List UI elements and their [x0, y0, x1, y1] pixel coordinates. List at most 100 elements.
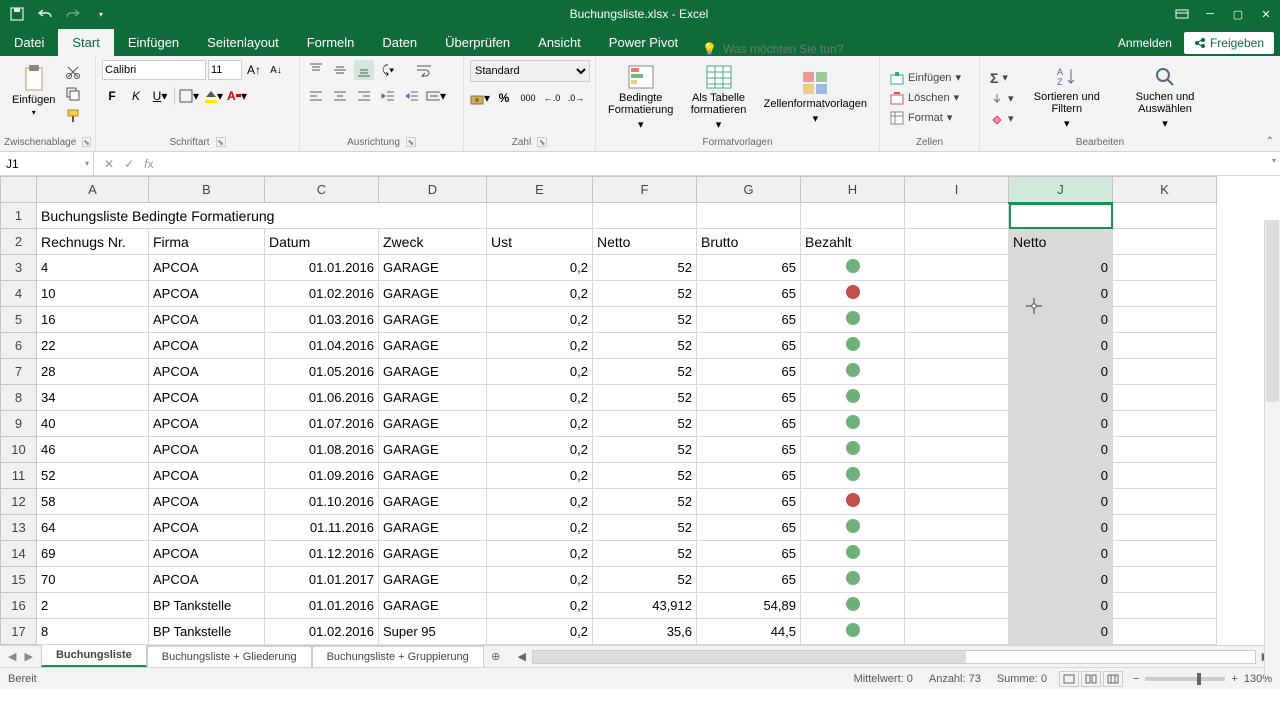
zoom-out-icon[interactable]: − [1133, 673, 1139, 685]
cell[interactable]: 01.09.2016 [265, 463, 379, 489]
cell[interactable]: 65 [697, 359, 801, 385]
underline-button[interactable]: U▾ [150, 86, 170, 106]
cell[interactable]: 0 [1009, 385, 1113, 411]
cell[interactable]: 8 [37, 619, 149, 645]
font-dialog-icon[interactable]: ⬊ [216, 137, 226, 147]
cell-a1[interactable]: Buchungsliste Bedingte Formatierung [37, 203, 487, 229]
cell[interactable]: 0 [1009, 463, 1113, 489]
cell[interactable]: 65 [697, 541, 801, 567]
add-sheet-button[interactable]: ⊕ [484, 646, 508, 667]
cell[interactable]: BP Tankstelle [149, 619, 265, 645]
cell[interactable]: 52 [593, 411, 697, 437]
find-select-button[interactable]: Suchen und Auswählen▾ [1116, 61, 1214, 134]
cell[interactable] [1113, 489, 1217, 515]
orientation-icon[interactable]: ⤹▾ [378, 60, 398, 80]
number-format-select[interactable]: Standard [470, 60, 590, 82]
format-cells-button[interactable]: Format ▾ [886, 109, 973, 127]
cell[interactable] [801, 437, 905, 463]
sheet-tab[interactable]: Buchungsliste + Gliederung [147, 646, 312, 667]
cell[interactable]: 52 [593, 333, 697, 359]
col-header-B[interactable]: B [149, 177, 265, 203]
cell[interactable] [801, 203, 905, 229]
row-header-9[interactable]: 9 [1, 411, 37, 437]
cell[interactable] [801, 463, 905, 489]
cell[interactable]: 46 [37, 437, 149, 463]
cell[interactable]: 65 [697, 385, 801, 411]
cell[interactable] [905, 593, 1009, 619]
cell[interactable]: 01.01.2016 [265, 255, 379, 281]
cell[interactable]: Datum [265, 229, 379, 255]
cell[interactable]: 0 [1009, 593, 1113, 619]
select-all-corner[interactable] [1, 177, 37, 203]
cell[interactable]: 4 [37, 255, 149, 281]
cell[interactable]: 52 [593, 515, 697, 541]
align-middle-icon[interactable] [330, 60, 350, 80]
row-header-6[interactable]: 6 [1, 333, 37, 359]
cell[interactable]: 0 [1009, 489, 1113, 515]
cell[interactable]: 16 [37, 307, 149, 333]
cell[interactable]: BP Tankstelle [149, 593, 265, 619]
cell[interactable] [905, 567, 1009, 593]
cell[interactable]: 52 [593, 307, 697, 333]
cell[interactable]: 0 [1009, 567, 1113, 593]
ribbon-tab-formeln[interactable]: Formeln [293, 29, 369, 56]
cell[interactable]: 52 [593, 541, 697, 567]
align-center-icon[interactable] [330, 86, 350, 106]
zoom-in-icon[interactable]: + [1231, 673, 1237, 685]
cell[interactable]: 0 [1009, 619, 1113, 645]
cell[interactable] [801, 333, 905, 359]
enter-formula-icon[interactable]: ✓ [124, 157, 134, 171]
cell[interactable] [905, 255, 1009, 281]
cell[interactable]: GARAGE [379, 567, 487, 593]
ribbon-tab-einfügen[interactable]: Einfügen [114, 29, 193, 56]
cell[interactable]: APCOA [149, 463, 265, 489]
cut-icon[interactable] [65, 64, 81, 80]
cell[interactable]: 0 [1009, 515, 1113, 541]
cell[interactable] [905, 359, 1009, 385]
cell[interactable] [697, 203, 801, 229]
cell[interactable]: 65 [697, 437, 801, 463]
col-header-G[interactable]: G [697, 177, 801, 203]
cell[interactable]: 0,2 [487, 307, 593, 333]
cell[interactable] [905, 229, 1009, 255]
align-top-icon[interactable] [306, 60, 326, 80]
cell[interactable]: 01.05.2016 [265, 359, 379, 385]
row-header-17[interactable]: 17 [1, 619, 37, 645]
wrap-text-icon[interactable] [414, 60, 434, 80]
cell[interactable]: 01.12.2016 [265, 541, 379, 567]
col-header-D[interactable]: D [379, 177, 487, 203]
row-header-4[interactable]: 4 [1, 281, 37, 307]
cell[interactable]: 01.06.2016 [265, 385, 379, 411]
currency-icon[interactable]: ▾ [470, 88, 490, 108]
cell[interactable]: 01.01.2016 [265, 593, 379, 619]
cell[interactable]: Firma [149, 229, 265, 255]
clear-icon[interactable]: ▾ [986, 110, 1018, 128]
cell[interactable] [801, 619, 905, 645]
cell[interactable]: APCOA [149, 515, 265, 541]
col-header-E[interactable]: E [487, 177, 593, 203]
cell[interactable]: APCOA [149, 385, 265, 411]
cell[interactable]: 22 [37, 333, 149, 359]
increase-indent-icon[interactable] [402, 86, 422, 106]
row-header-15[interactable]: 15 [1, 567, 37, 593]
cell[interactable] [801, 255, 905, 281]
cell[interactable]: Netto [593, 229, 697, 255]
row-header-8[interactable]: 8 [1, 385, 37, 411]
cell[interactable]: 01.04.2016 [265, 333, 379, 359]
copy-icon[interactable] [65, 86, 81, 102]
cell[interactable]: Rechnugs Nr. [37, 229, 149, 255]
sort-filter-button[interactable]: AZ Sortieren und Filtern▾ [1024, 61, 1111, 134]
cell[interactable]: 2 [37, 593, 149, 619]
cell[interactable] [801, 281, 905, 307]
fx-icon[interactable]: fx [144, 157, 153, 171]
sheet-nav-prev-icon[interactable]: ◀ [8, 650, 16, 663]
cell[interactable]: 0,2 [487, 593, 593, 619]
cell[interactable]: 52 [37, 463, 149, 489]
cell[interactable] [801, 593, 905, 619]
col-header-H[interactable]: H [801, 177, 905, 203]
undo-icon[interactable] [36, 5, 54, 23]
collapse-ribbon-icon[interactable]: ⌃ [1266, 136, 1274, 147]
cell[interactable] [1113, 437, 1217, 463]
cell[interactable]: 0 [1009, 541, 1113, 567]
cell[interactable]: 64 [37, 515, 149, 541]
